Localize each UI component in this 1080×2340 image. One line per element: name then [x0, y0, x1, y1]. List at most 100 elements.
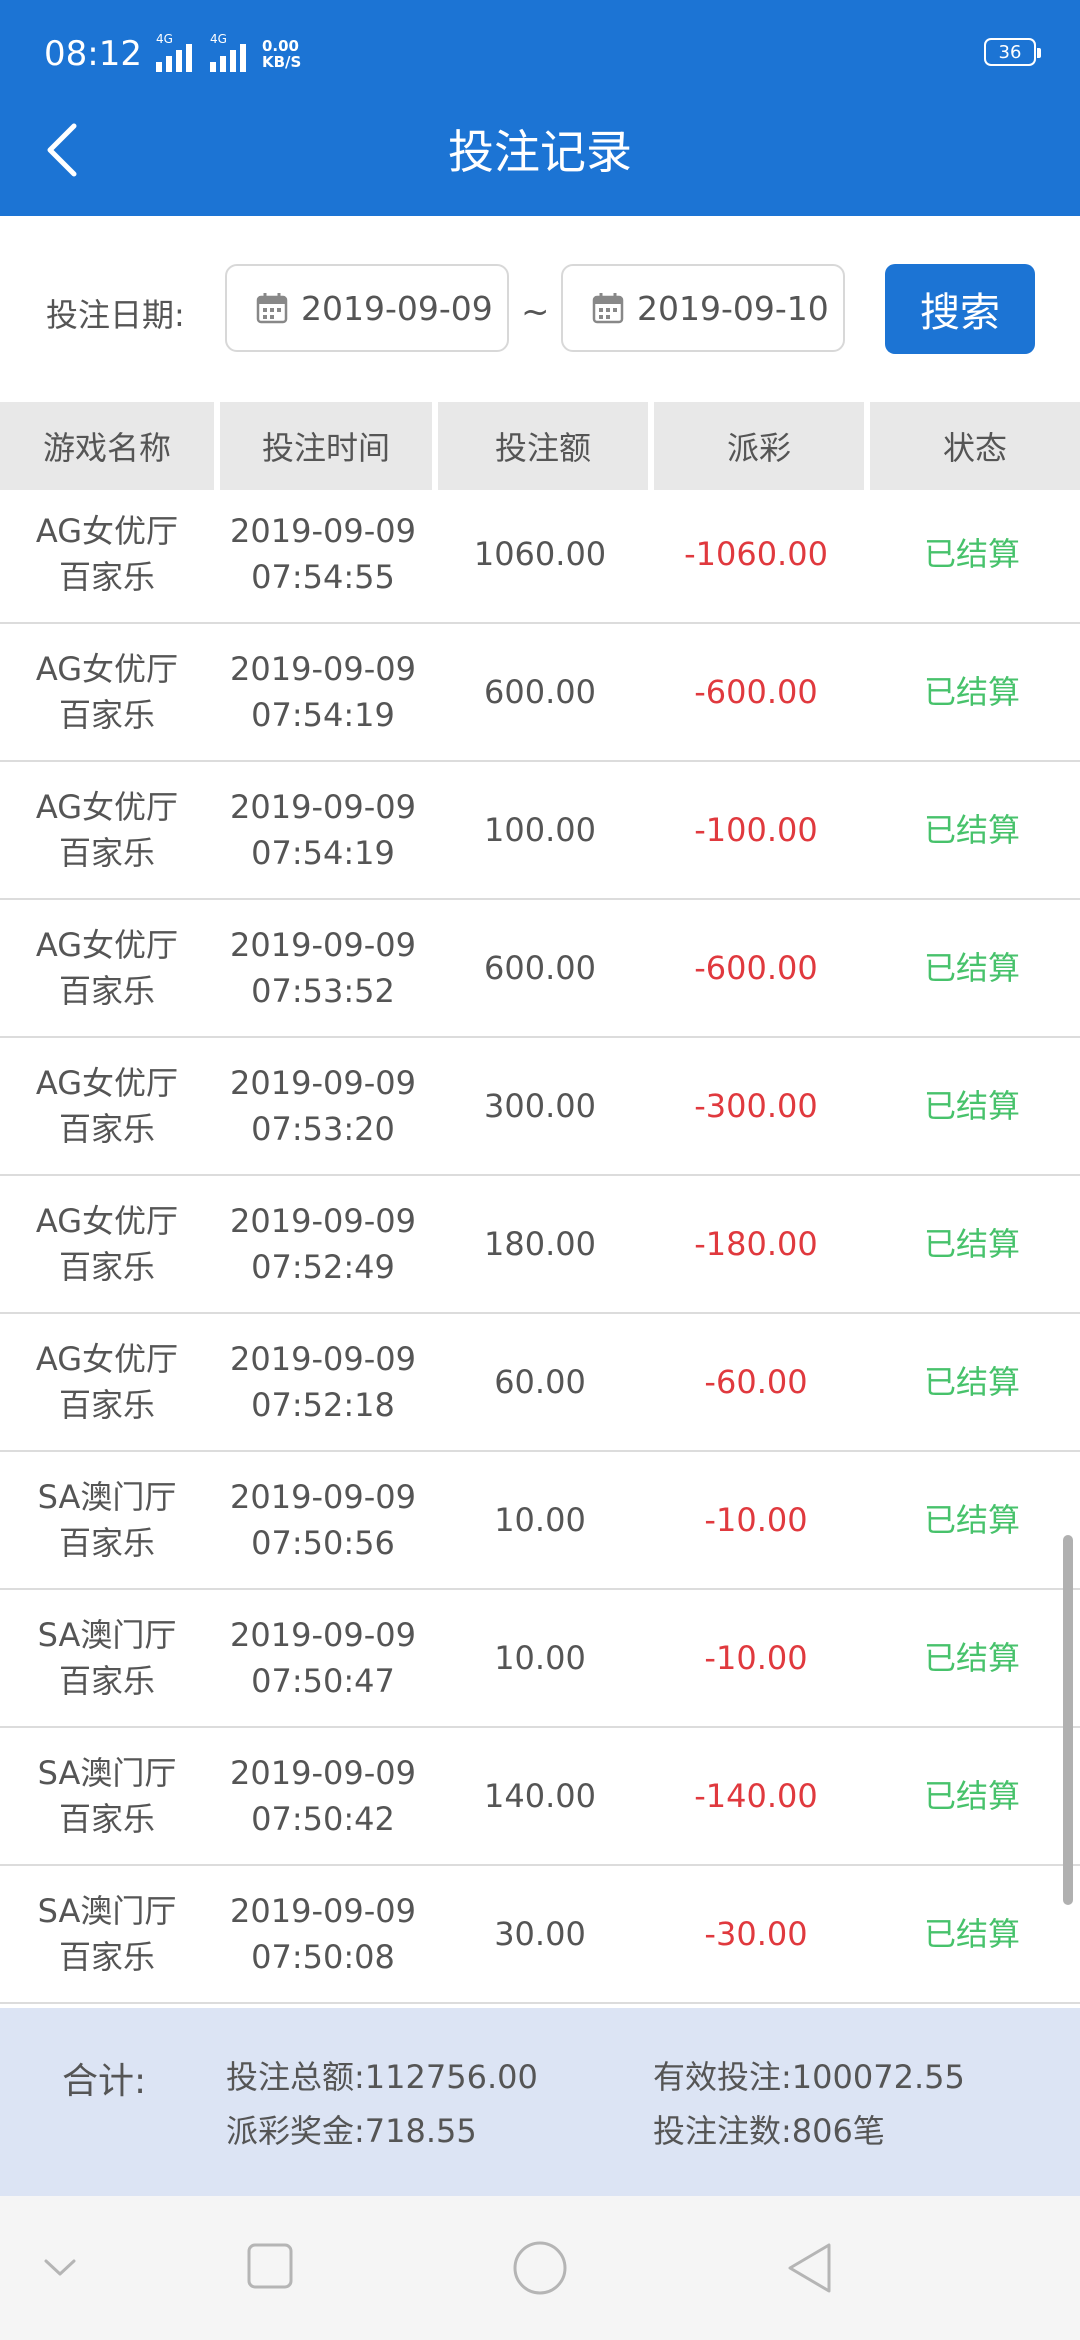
end-date-field[interactable]: 2019-09-10 [561, 264, 845, 352]
cell-status: 已结算 [923, 1225, 1020, 1263]
bet-time: 07:52:49 [251, 1248, 395, 1286]
date-label: 投注日期: [46, 296, 185, 334]
signal-icon-2: 4G [209, 32, 250, 72]
valid-bet: 有效投注:100072.55 [653, 2058, 965, 2096]
cell-status: 已结算 [923, 1087, 1020, 1125]
table-row[interactable]: SA澳门厅 百家乐 2019-09-09 07:50:47 10.00 -10.00 已结算 [0, 1590, 1080, 1728]
game-name: AG女优厅 [35, 650, 179, 688]
cell-amount: 1060.00 [473, 535, 607, 573]
battery-icon: 36 [984, 38, 1041, 66]
signal-icon: 4G [155, 32, 196, 72]
cell-status: 已结算 [923, 949, 1020, 987]
header-time: 投注时间 [214, 402, 432, 490]
cell-status: 已结算 [923, 673, 1020, 711]
bet-time: 07:53:20 [251, 1110, 395, 1148]
cell-amount: 10.00 [494, 1501, 586, 1539]
cell-amount: 60.00 [494, 1363, 586, 1401]
table-row[interactable]: AG女优厅 百家乐 2019-09-09 07:52:49 180.00 -180.00 已… [0, 1176, 1080, 1314]
bet-time: 07:50:08 [251, 1938, 395, 1976]
cell-time: 2019-09-09 07:50:47 [214, 1612, 432, 1704]
cell-amount: 140.00 [484, 1777, 596, 1815]
table-row[interactable]: AG女优厅 百家乐 2019-09-09 07:52:18 60.00 -60.00 已结算 [0, 1314, 1080, 1452]
nav-home-icon[interactable] [512, 2240, 568, 2296]
table-row[interactable]: AG女优厅 百家乐 2019-09-09 07:53:20 300.00 -300.00 已… [0, 1038, 1080, 1176]
start-date-field[interactable]: 2019-09-09 [225, 264, 509, 352]
cell-amount: 600.00 [484, 949, 596, 987]
cell-payout: -180.00 [694, 1225, 818, 1263]
nav-collapse-icon[interactable] [42, 2256, 78, 2280]
game-name: AG女优厅 [35, 1340, 179, 1378]
cell-payout: -30.00 [704, 1915, 808, 1953]
search-button[interactable]: 搜索 [885, 264, 1035, 354]
cell-payout: -600.00 [694, 673, 818, 711]
game-name: AG女优厅 [35, 1064, 179, 1102]
bet-time: 07:53:52 [251, 972, 395, 1010]
cell-payout: -1060.00 [684, 535, 828, 573]
date-filter: 投注日期: 2019-09-09 ~ 2019-09-10 搜索 [0, 216, 1080, 402]
cell-payout: -10.00 [704, 1639, 808, 1677]
bet-time: 07:52:18 [251, 1386, 395, 1424]
table-row[interactable]: AG女优厅 百家乐 2019-09-09 07:54:55 1060.00 -1060.0… [0, 490, 1080, 624]
table-row[interactable]: SA澳门厅 百家乐 2019-09-09 07:50:42 140.00 -140.00 已… [0, 1728, 1080, 1866]
network-speed: 0.00 KB/S [261, 37, 302, 71]
table-row[interactable]: SA澳门厅 百家乐 2019-09-09 07:50:56 10.00 -10.00 已结算 [0, 1452, 1080, 1590]
cell-amount: 30.00 [494, 1915, 586, 1953]
cell-game: AG女优厅 百家乐 [0, 784, 214, 876]
table-row[interactable]: AG女优厅 百家乐 2019-09-09 07:54:19 100.00 -100.00 已… [0, 762, 1080, 900]
game-type: 百家乐 [58, 1524, 155, 1562]
table-header: 游戏名称 投注时间 投注额 派彩 状态 [0, 402, 1080, 490]
table-row[interactable]: AG女优厅 百家乐 2019-09-09 07:54:19 600.00 -600.00 已… [0, 624, 1080, 762]
bet-date: 2019-09-09 [230, 1340, 416, 1378]
cell-game: AG女优厅 百家乐 [0, 646, 214, 738]
bet-date: 2019-09-09 [230, 512, 416, 550]
table-row[interactable]: SA澳门厅 百家乐 2019-09-09 07:50:08 30.00 -30.00 已结算 [0, 1866, 1080, 2004]
bet-time: 07:54:19 [251, 834, 395, 872]
bet-time: 07:54:55 [251, 558, 395, 596]
status-time: 08:12 [44, 34, 142, 74]
bet-date: 2019-09-09 [230, 788, 416, 826]
bet-count: 投注注数:806笔 [653, 2112, 885, 2150]
start-date-value: 2019-09-09 [301, 288, 493, 328]
game-name: SA澳门厅 [37, 1478, 177, 1516]
bet-date: 2019-09-09 [230, 1892, 416, 1930]
table-row[interactable]: AG女优厅 百家乐 2019-09-09 07:53:52 600.00 -600.00 已… [0, 900, 1080, 1038]
cell-status: 已结算 [923, 535, 1020, 573]
game-type: 百家乐 [58, 1662, 155, 1700]
cell-payout: -10.00 [704, 1501, 808, 1539]
total-payout: 派彩奖金:718.55 [226, 2112, 477, 2150]
game-type: 百家乐 [58, 1386, 155, 1424]
calendar-icon [256, 293, 288, 324]
cell-time: 2019-09-09 07:54:55 [214, 508, 432, 600]
cell-game: SA澳门厅 百家乐 [0, 1750, 214, 1842]
cell-payout: -140.00 [694, 1777, 818, 1815]
bet-list[interactable]: AG女优厅 百家乐 2019-09-09 07:54:55 1060.00 -1060.0… [0, 490, 1080, 2005]
bet-date: 2019-09-09 [230, 650, 416, 688]
summary-panel: 合计: 投注总额:112756.00 有效投注:100072.55 派彩奖金:7… [0, 2008, 1080, 2196]
calendar-icon [592, 293, 624, 324]
cell-time: 2019-09-09 07:50:42 [214, 1750, 432, 1842]
cell-payout: -600.00 [694, 949, 818, 987]
game-type: 百家乐 [58, 1248, 155, 1286]
nav-recent-icon[interactable] [246, 2242, 294, 2290]
cell-time: 2019-09-09 07:50:08 [214, 1888, 432, 1980]
cell-game: AG女优厅 百家乐 [0, 508, 214, 600]
cell-time: 2019-09-09 07:54:19 [214, 646, 432, 738]
cell-status: 已结算 [923, 1501, 1020, 1539]
summary-label: 合计: [62, 2061, 147, 2102]
cell-time: 2019-09-09 07:52:49 [214, 1198, 432, 1290]
game-type: 百家乐 [58, 1938, 155, 1976]
cell-time: 2019-09-09 07:53:52 [214, 922, 432, 1014]
bet-time: 07:50:42 [251, 1800, 395, 1838]
total-bet: 投注总额:112756.00 [226, 2058, 538, 2096]
cell-amount: 600.00 [484, 673, 596, 711]
header-status: 状态 [864, 402, 1080, 490]
game-type: 百家乐 [58, 558, 155, 596]
bet-date: 2019-09-09 [230, 1754, 416, 1792]
bet-date: 2019-09-09 [230, 1202, 416, 1240]
cell-game: SA澳门厅 百家乐 [0, 1888, 214, 1980]
header-amount: 投注额 [432, 402, 648, 490]
nav-back-icon[interactable] [784, 2240, 834, 2296]
date-separator: ~ [521, 292, 550, 332]
scrollbar[interactable] [1063, 1535, 1073, 1905]
cell-game: AG女优厅百家乐 [0, 1336, 214, 1428]
